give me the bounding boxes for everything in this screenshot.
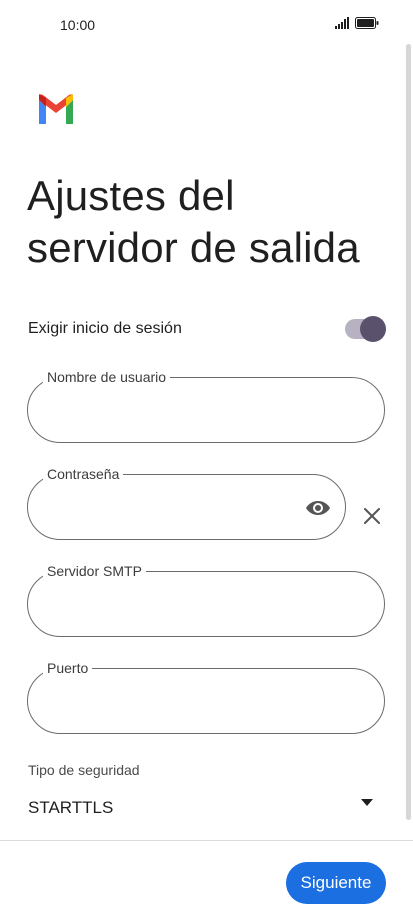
battery-icon: [355, 17, 379, 29]
eye-icon[interactable]: [305, 496, 331, 520]
login-required-row: Exigir inicio de sesión: [28, 316, 388, 344]
signal-icon: [335, 17, 349, 29]
password-field[interactable]: Contraseña: [27, 465, 346, 540]
security-type-label: Tipo de seguridad: [28, 762, 140, 778]
dropdown-arrow-icon: [361, 799, 373, 806]
username-input[interactable]: [48, 396, 334, 426]
username-field[interactable]: Nombre de usuario: [27, 368, 385, 443]
status-icons: [335, 17, 379, 29]
password-label: Contraseña: [43, 465, 124, 483]
username-label: Nombre de usuario: [43, 368, 171, 386]
gmail-logo-icon: [39, 94, 73, 124]
security-type-value: STARTTLS: [28, 798, 114, 817]
scrollbar[interactable]: [406, 44, 411, 820]
toggle-knob: [360, 316, 386, 342]
footer-divider: [0, 840, 413, 841]
smtp-server-field[interactable]: Servidor SMTP: [27, 562, 385, 637]
close-icon[interactable]: [362, 506, 382, 526]
security-type-select[interactable]: STARTTLS: [28, 792, 378, 824]
port-field[interactable]: Puerto: [27, 659, 385, 734]
port-input[interactable]: [48, 687, 334, 717]
login-required-toggle[interactable]: [345, 316, 386, 342]
page-title: Ajustes del servidor de salida: [27, 172, 360, 271]
smtp-server-input[interactable]: [48, 590, 334, 620]
password-input[interactable]: [48, 493, 295, 523]
port-label: Puerto: [43, 659, 93, 677]
next-button[interactable]: Siguiente: [286, 862, 386, 904]
status-time: 10:00: [60, 17, 96, 33]
status-bar: 10:00: [0, 0, 413, 50]
smtp-server-label: Servidor SMTP: [43, 562, 146, 580]
login-required-label: Exigir inicio de sesión: [28, 320, 182, 337]
